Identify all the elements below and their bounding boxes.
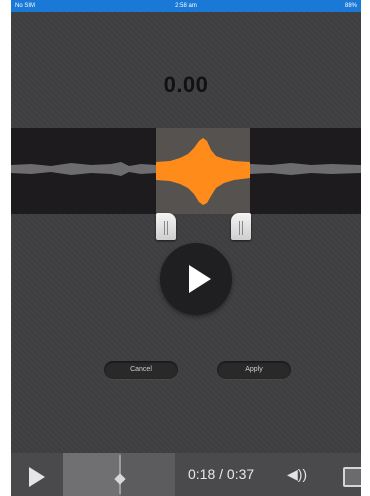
duration-time: 0:37 <box>226 466 255 482</box>
battery-label: 88% <box>344 3 357 9</box>
cancel-button[interactable]: Cancel <box>104 361 178 379</box>
time-separator: / <box>219 466 224 482</box>
playback-time: 0:18 / 0:37 <box>188 466 254 482</box>
trim-time-readout: 0.00 <box>163 72 209 97</box>
trim-start-handle[interactable] <box>156 213 176 240</box>
play-icon <box>189 265 211 293</box>
airplay-icon[interactable] <box>343 467 361 487</box>
screen-frame: No SIM 2:58 am 88% 0.00 Cancel Apply 0:1… <box>11 0 361 496</box>
scrubber-progress <box>63 453 121 496</box>
trim-end-handle[interactable] <box>231 213 251 240</box>
preview-play-button[interactable] <box>160 243 232 315</box>
status-bar: No SIM 2:58 am 88% <box>11 0 361 12</box>
volume-icon[interactable]: ◀)) <box>287 466 307 483</box>
waveform-selected <box>156 138 250 205</box>
clock-label: 2:58 am <box>175 3 197 9</box>
play-icon[interactable] <box>29 467 45 487</box>
current-time: 0:18 <box>188 466 216 482</box>
apply-button[interactable]: Apply <box>217 361 291 379</box>
